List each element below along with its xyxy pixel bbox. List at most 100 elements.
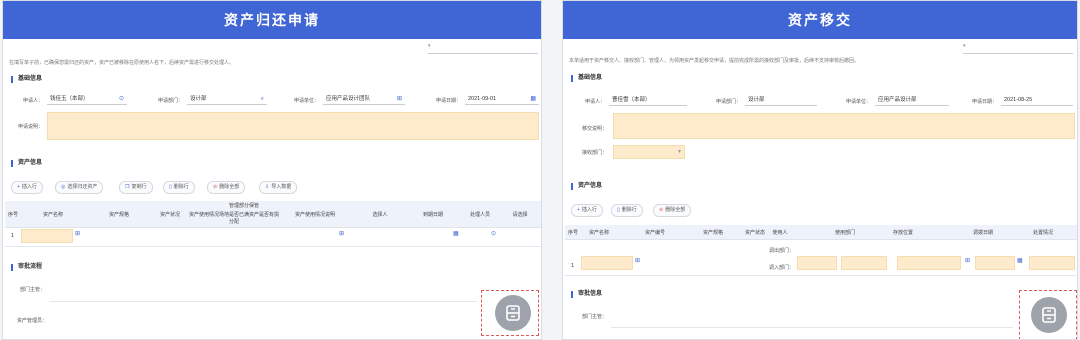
top-select[interactable]: ▾ <box>428 43 538 54</box>
insert-row-button[interactable]: + 插入行 <box>571 204 603 217</box>
person-icon[interactable]: ⊙ <box>119 94 124 105</box>
unit-value: 应用产品设计部 <box>878 97 917 103</box>
delete-row-label: 删除行 <box>173 184 189 190</box>
select-icon[interactable]: ⊞ <box>397 94 402 105</box>
disposal-cell[interactable] <box>1029 256 1075 270</box>
location-cell[interactable] <box>897 256 961 270</box>
select-icon[interactable]: ⊞ <box>75 230 80 237</box>
applicant-label: 申请人： <box>22 98 43 104</box>
select-icon[interactable]: ⊞ <box>339 230 344 237</box>
transfer-date-cell[interactable] <box>975 256 1015 270</box>
section-asset-info: 资产信息 <box>571 183 602 190</box>
copy-row-button[interactable]: ❐ 复制行 <box>119 181 153 194</box>
form-note: 本单适用于资产移交人、接收部门、管理人、为领用资产发起移交申请，提前完成所需的接… <box>569 58 860 64</box>
col-asset-spec: 资产规格 <box>702 230 723 236</box>
unit-label: 申请单位： <box>845 99 871 105</box>
unit-field[interactable]: 应用产品设计部 <box>875 95 949 106</box>
insert-row-label: 插入行 <box>21 184 37 190</box>
top-select[interactable]: ▾ <box>963 43 1073 54</box>
in-dept-label: 调入部门： <box>769 265 795 271</box>
calendar-icon[interactable]: ▦ <box>530 94 536 105</box>
col-asset-no: 资产编号 <box>644 230 665 236</box>
dept-field[interactable]: 设计部 <box>745 95 817 106</box>
import-data-label: 导入数据 <box>271 184 292 190</box>
delete-row-label: 删除行 <box>621 207 637 213</box>
asset-name-cell[interactable] <box>21 229 73 243</box>
col-index: 序号 <box>567 230 578 236</box>
row-index: 1 <box>571 263 575 269</box>
reason-textarea[interactable] <box>47 112 539 140</box>
calendar-icon[interactable]: ▦ <box>1017 257 1023 264</box>
date-label: 申请日期： <box>971 99 997 105</box>
delete-icon: ▯ <box>617 207 620 213</box>
dept-value: 设计部 <box>190 96 207 102</box>
delete-all-button[interactable]: ⊘ 删除全部 <box>207 181 246 194</box>
asset-name-cell[interactable] <box>581 256 633 270</box>
unit-field[interactable]: 应用产品设计团队 ⊞ <box>323 94 405 105</box>
table-header: 序号 资产名称 资产编号 资产规格 资产状态 使用人 使用部门 存放位置 调拨日… <box>565 225 1077 240</box>
user-dept-cell[interactable] <box>841 256 887 270</box>
section-basic-info: 基础信息 <box>11 76 42 83</box>
col-transfer-date: 调拨日期 <box>972 230 993 236</box>
col-index: 序号 <box>7 212 18 218</box>
col-asset-name: 资产名称 <box>42 212 63 218</box>
applicant-field[interactable]: 曹佳雪（本部） <box>609 95 687 106</box>
insert-row-label: 插入行 <box>581 207 597 213</box>
col-disposal: 处置情况 <box>1032 230 1053 236</box>
delete-row-button[interactable]: ▯ 删除行 <box>611 204 643 217</box>
section-asset-info: 资产信息 <box>11 160 42 167</box>
date-value: 2021-09-01 <box>468 96 497 102</box>
select-return-asset-button[interactable]: ◎ 选择归还资产 <box>55 181 104 194</box>
delete-icon: ▯ <box>169 184 172 190</box>
col-usage-note: 资产使用情况说明 <box>294 212 335 218</box>
print-button[interactable] <box>1031 297 1067 333</box>
dept-label: 申请部门： <box>157 98 183 104</box>
date-field[interactable]: 2021-09-01 ▦ <box>465 94 539 105</box>
dept-value: 设计部 <box>748 97 765 103</box>
section-approval: 审批流程 <box>11 264 42 271</box>
in-dept-cell[interactable] <box>797 256 837 270</box>
dept-label: 申请部门： <box>715 99 741 105</box>
col-group-header: 管理部分保管 <box>228 203 259 209</box>
col-asset-name: 资产名称 <box>588 230 609 236</box>
dept-field[interactable]: 设计部 ⌕ <box>187 94 267 105</box>
receiver-dept-select[interactable]: ▾ <box>613 145 685 159</box>
table-header: 序号 资产名称 资产规格 资产状况 管理部分保管 资产使用情况 场地是否已满分配… <box>5 201 541 228</box>
unit-value: 应用产品设计团队 <box>326 96 371 102</box>
insert-row-button[interactable]: + 插入行 <box>11 181 43 194</box>
dropdown-icon: ▾ <box>428 43 431 49</box>
applicant-field[interactable]: 钱佳玉（本部） ⊙ <box>47 94 127 105</box>
select-return-asset-label: 选择归还资产 <box>67 184 98 190</box>
delete-row-button[interactable]: ▯ 删除行 <box>163 181 195 194</box>
date-field[interactable]: 2021-08-25 <box>1001 95 1073 106</box>
copy-row-label: 复制行 <box>131 184 147 190</box>
col-due-date: 到期日期 <box>422 212 443 218</box>
section-basic-info: 基础信息 <box>571 75 602 82</box>
reason-label: 移交说明： <box>581 126 607 132</box>
form-note: 在填写单子前，已确保您需归还的资产，资产已被移除在原使用人名下，后续资产需进行移… <box>9 60 235 66</box>
page-title: 资产归还申请 <box>3 1 541 39</box>
search-icon[interactable]: ⌕ <box>261 94 264 105</box>
row-divider <box>565 275 1077 276</box>
select-icon[interactable]: ⊞ <box>965 257 970 264</box>
person-icon[interactable]: ⊙ <box>491 230 496 237</box>
print-icon <box>506 305 520 321</box>
col-asset-status: 资产状况 <box>159 212 180 218</box>
delete-all-label: 删除全部 <box>665 207 686 213</box>
section-approval: 审批信息 <box>571 291 602 298</box>
col-selector: 选择人 <box>372 212 388 218</box>
reason-textarea[interactable] <box>613 113 1075 139</box>
delete-all-button[interactable]: ⊘ 删除全部 <box>653 204 692 217</box>
col-handler: 处理人员 <box>469 212 490 218</box>
dept-head-line <box>611 327 1013 328</box>
calendar-icon[interactable]: ▦ <box>453 230 459 237</box>
import-data-button[interactable]: ⇩ 导入数据 <box>259 181 298 194</box>
col-asset-spec: 资产规格 <box>108 212 129 218</box>
select-icon[interactable]: ⊞ <box>635 257 640 264</box>
col-usage: 资产使用情况 <box>189 212 220 218</box>
asset-transfer-form: 资产移交 ▾ 本单适用于资产移交人、接收部门、管理人、为领用资产发起移交申请，提… <box>562 0 1078 340</box>
print-button[interactable] <box>495 295 531 331</box>
delete-all-icon: ⊘ <box>213 184 218 190</box>
dropdown-icon: ▾ <box>677 149 681 155</box>
unit-label: 申请单位： <box>293 98 319 104</box>
